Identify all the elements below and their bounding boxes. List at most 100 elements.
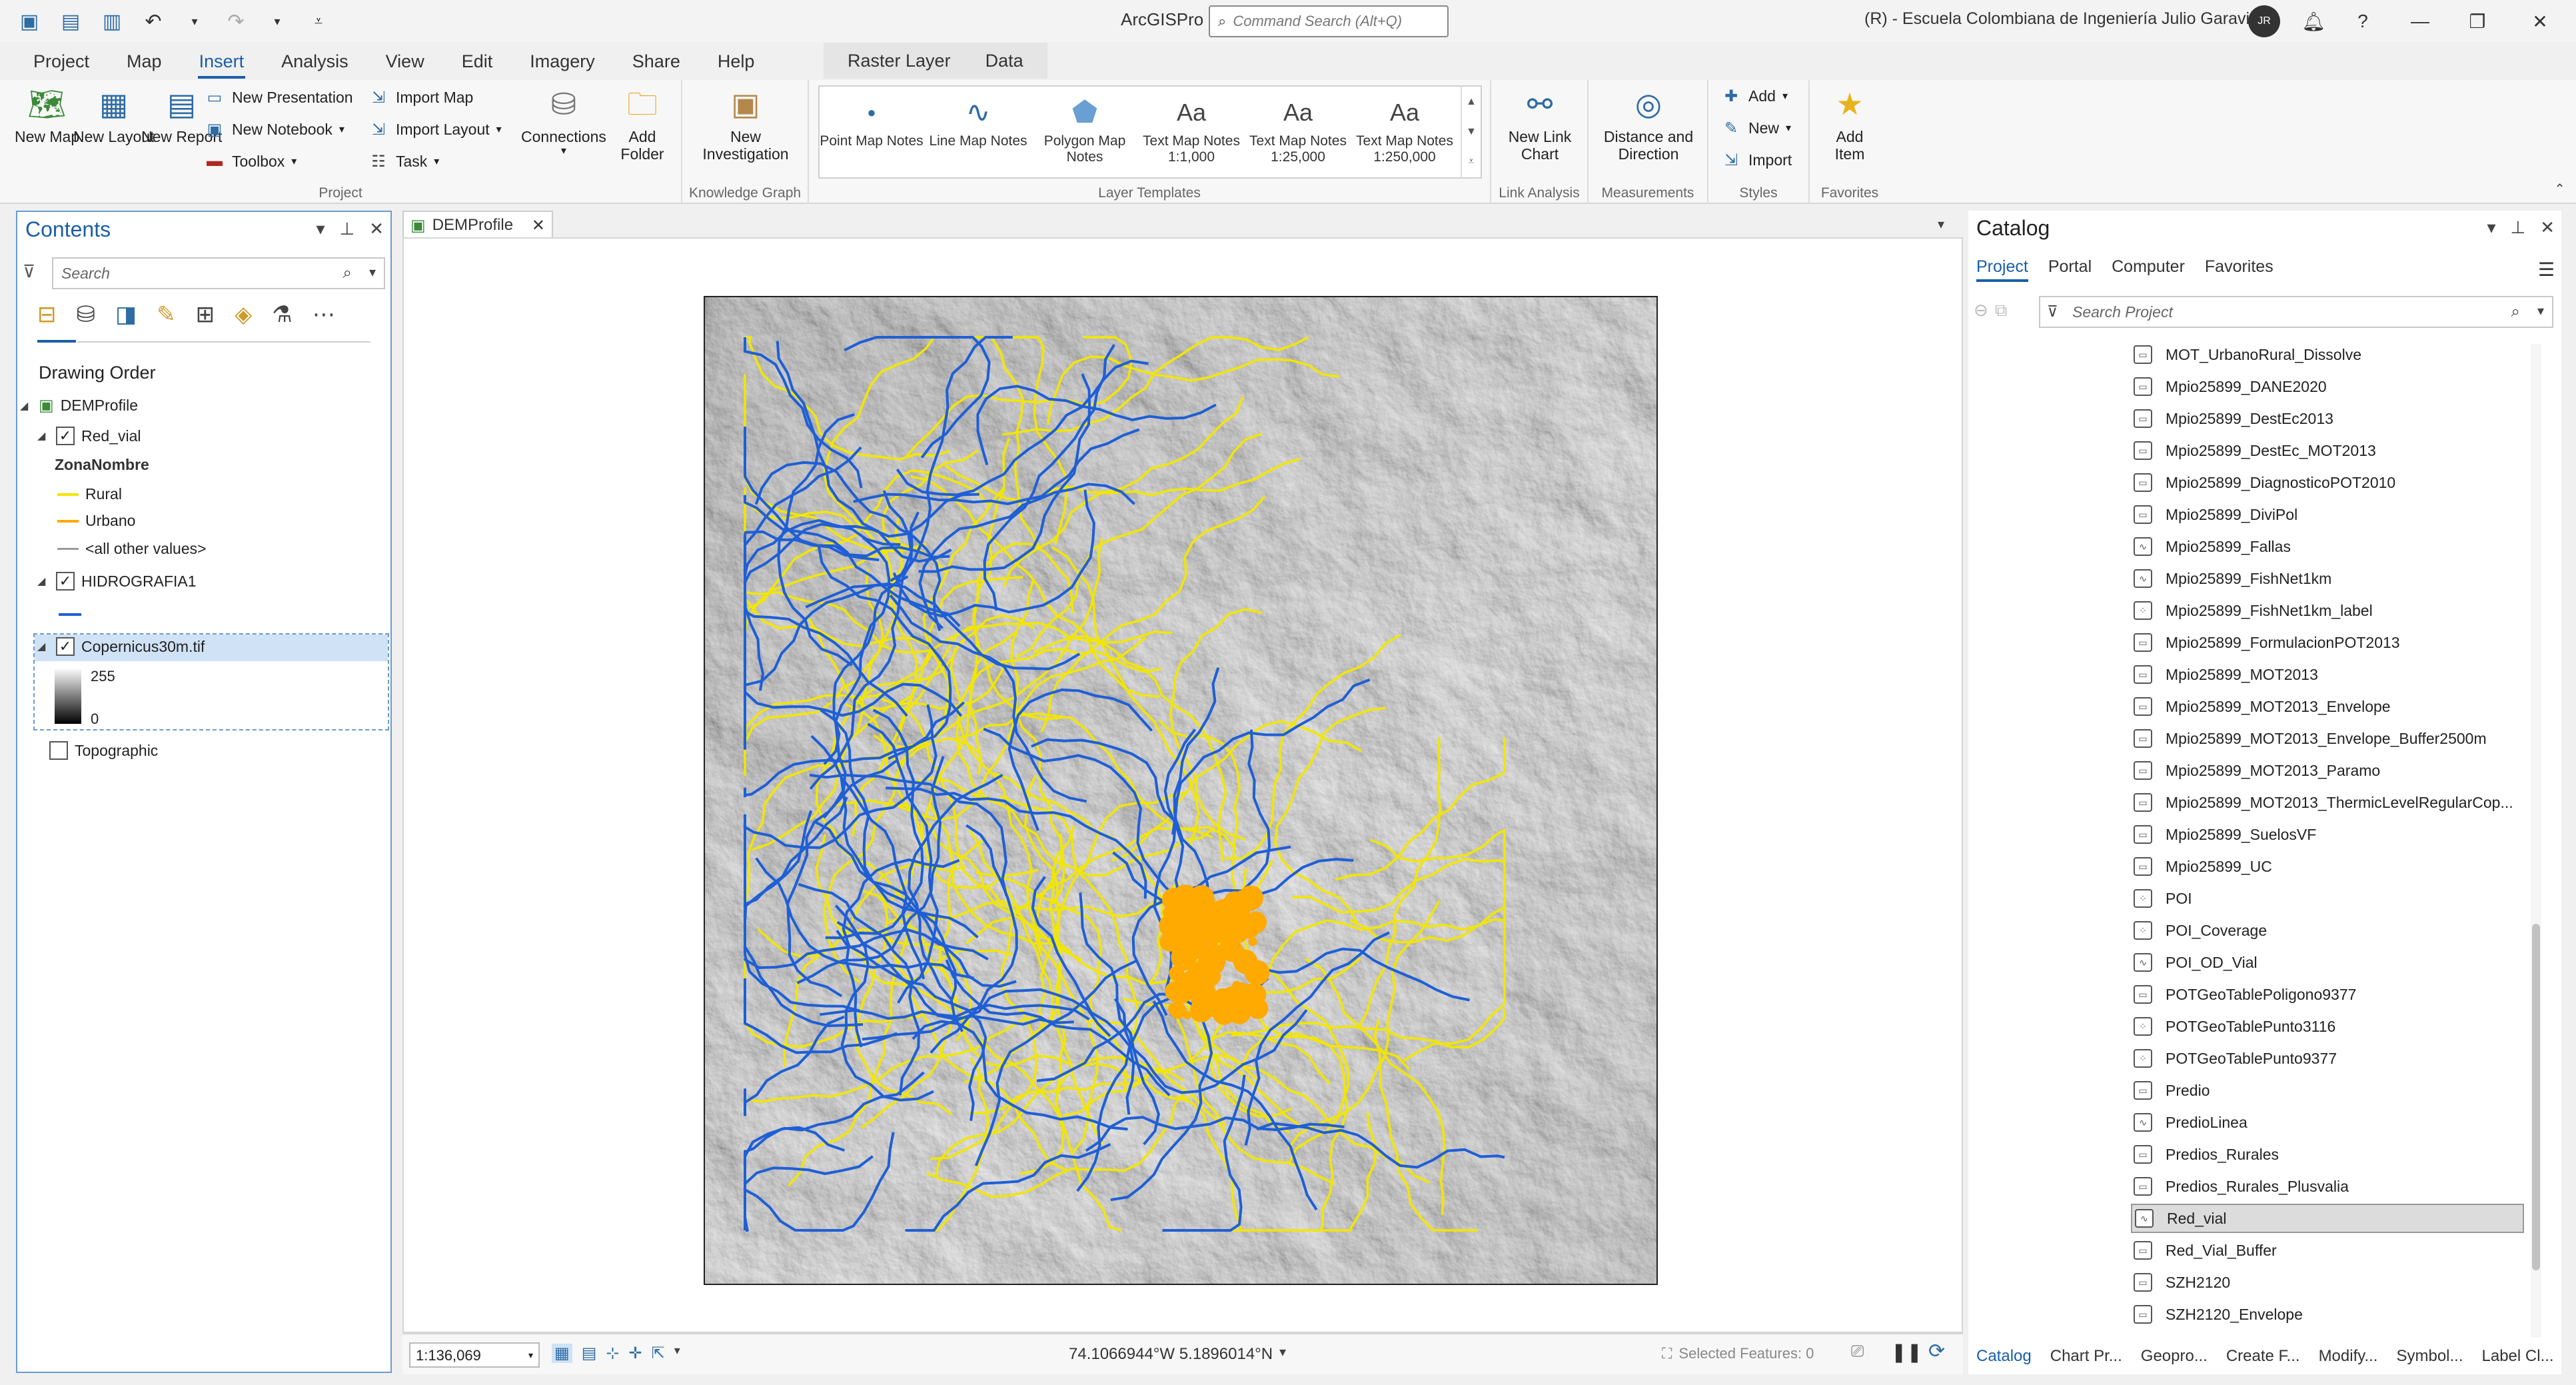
refresh-icon[interactable]: ⟳ xyxy=(1928,1340,1945,1363)
chevron-down-icon[interactable]: ▾ xyxy=(1279,1344,1286,1360)
catalog-item[interactable]: ▭ Mpio25899_MOT2013_Paramo xyxy=(2131,756,2524,785)
tab-insert[interactable]: Insert xyxy=(181,51,263,80)
catalog-tab-computer[interactable]: Computer xyxy=(2112,257,2185,282)
catalog-scrollbar[interactable] xyxy=(2531,344,2541,1337)
expand-gallery-icon[interactable]: ⩡ xyxy=(1468,156,1474,168)
tab-analysis[interactable]: Analysis xyxy=(263,51,367,80)
filter-icon[interactable]: ⊽ xyxy=(23,261,35,282)
close-icon[interactable]: ✕ xyxy=(369,219,384,239)
layer-visibility-checkbox[interactable] xyxy=(49,741,68,760)
close-button[interactable]: ✕ xyxy=(2519,4,2561,39)
toolbox-button[interactable]: ▬ Toolbox ▾ xyxy=(204,151,297,172)
catalog-item[interactable]: ▭ Mpio25899_DiagnosticoPOT2010 xyxy=(2131,468,2524,497)
minimize-button[interactable]: — xyxy=(2399,4,2441,39)
open-folder-icon[interactable]: ▤ xyxy=(57,8,84,35)
undo-dropdown-icon[interactable]: ▾ xyxy=(181,8,208,35)
dock-tab-symbology[interactable]: Symbol... xyxy=(2387,1347,2472,1366)
import-layout-button[interactable]: ⇲ Import Layout ▾ xyxy=(368,119,502,140)
catalog-tab-project[interactable]: Project xyxy=(1976,257,2028,282)
tab-data[interactable]: Data xyxy=(968,51,1041,71)
up-icon[interactable]: ⧉ xyxy=(1995,300,2008,321)
toc-layer-topographic[interactable]: Topographic xyxy=(49,741,158,760)
point-map-notes-button[interactable]: ● Point Map Notes xyxy=(820,92,924,149)
map-canvas[interactable] xyxy=(705,297,1658,1285)
catalog-item[interactable]: ⁘ POTGeoTablePunto3116 xyxy=(2131,1012,2524,1041)
customize-toolbar-icon[interactable]: ⩡ xyxy=(305,8,332,35)
import-style-button[interactable]: ⇲ Import xyxy=(1720,149,1792,171)
dock-tab-modify[interactable]: Modify... xyxy=(2309,1347,2387,1366)
catalog-item[interactable]: ▭ Red_Vial_Buffer xyxy=(2131,1236,2524,1265)
contents-search-input[interactable]: Search ⌕ ▾ xyxy=(52,257,385,289)
tab-edit[interactable]: Edit xyxy=(443,51,512,80)
new-investigation-button[interactable]: ▣ New Investigation xyxy=(696,84,796,163)
layer-visibility-checkbox[interactable]: ✓ xyxy=(56,637,75,656)
list-by-editing-icon[interactable]: ✎ xyxy=(157,301,176,328)
save-icon[interactable]: ▥ xyxy=(99,8,125,35)
list-by-data-source-icon[interactable]: ⛁ xyxy=(77,301,96,328)
catalog-item[interactable]: ▭ Predios_Rurales xyxy=(2131,1140,2524,1169)
notifications-bell-icon[interactable]: 🔔︎ xyxy=(2292,4,2335,39)
collapse-icon[interactable]: ◢ xyxy=(37,575,49,588)
catalog-item[interactable]: ▭ POTGeoTablePoligono9377 xyxy=(2131,980,2524,1009)
catalog-tab-favorites[interactable]: Favorites xyxy=(2205,257,2273,282)
selected-features-indicator[interactable]: ⛶ Selected Features: 0 xyxy=(1662,1345,1814,1362)
command-search-input[interactable]: ⌕ Command Search (Alt+Q) xyxy=(1209,5,1449,37)
close-tab-icon[interactable]: ✕ xyxy=(532,216,545,235)
text-map-notes-25000-button[interactable]: Aa Text Map Notes 1:25,000 xyxy=(1246,92,1350,165)
pane-menu-icon[interactable]: ▾ xyxy=(316,219,324,239)
catalog-item[interactable]: ∿ POI_OD_Vial xyxy=(2131,948,2524,977)
tab-project[interactable]: Project xyxy=(15,51,108,80)
catalog-item[interactable]: ▭ Mpio25899_MOT2013_ThermicLevelRegularCo… xyxy=(2131,788,2524,817)
dock-tab-geoprocessing[interactable]: Geopro... xyxy=(2132,1347,2217,1366)
back-icon[interactable]: ⊖ xyxy=(1974,300,1988,321)
catalog-item[interactable]: ▭ Mpio25899_DiviPol xyxy=(2131,500,2524,529)
list-by-drawing-order-icon[interactable]: ⊟ xyxy=(37,301,57,328)
catalog-item[interactable]: ⁘ POI xyxy=(2131,884,2524,913)
more-icon[interactable]: ⋯ xyxy=(313,301,335,328)
undo-icon[interactable]: ↶ xyxy=(140,8,167,35)
tab-imagery[interactable]: Imagery xyxy=(511,51,614,80)
new-presentation-button[interactable]: ▭ New Presentation xyxy=(204,87,353,108)
dock-tab-catalog[interactable]: Catalog xyxy=(1967,1347,2041,1366)
text-map-notes-250000-button[interactable]: Aa Text Map Notes 1:250,000 xyxy=(1353,92,1457,165)
rotate-icon[interactable]: ⇱ xyxy=(652,1344,665,1363)
gallery-scroll[interactable]: ▲ ▼ ⩡ xyxy=(1461,87,1481,177)
tab-view[interactable]: View xyxy=(367,51,443,80)
text-map-notes-1000-button[interactable]: Aa Text Map Notes 1:1,000 xyxy=(1139,92,1243,165)
catalog-search-input[interactable]: ⊽ Search Project ⌕ ▾ xyxy=(2039,296,2553,328)
catalog-item[interactable]: ▭ Mpio25899_DANE2020 xyxy=(2131,372,2524,401)
toc-layer-hidrografia[interactable]: ◢ ✓ HIDROGRAFIA1 xyxy=(37,572,197,591)
grid-icon[interactable]: ✛ xyxy=(628,1344,642,1363)
close-icon[interactable]: ✕ xyxy=(2540,217,2555,238)
collapse-ribbon-icon[interactable]: ⌃ xyxy=(2554,181,2565,197)
add-style-button[interactable]: ✚ Add ▾ xyxy=(1720,85,1788,107)
polygon-map-notes-button[interactable]: ⬟ Polygon Map Notes xyxy=(1033,92,1137,165)
catalog-item[interactable]: ▭ Mpio25899_MOT2013_Envelope xyxy=(2131,692,2524,721)
catalog-item[interactable]: ▭ Predios_Rurales_Plusvalia xyxy=(2131,1172,2524,1201)
catalog-menu-icon[interactable]: ☰ xyxy=(2538,259,2555,281)
redo-icon[interactable]: ↷ xyxy=(223,8,249,35)
toc-layer-copernicus[interactable]: ◢ ✓ Copernicus30m.tif xyxy=(37,637,205,656)
catalog-item[interactable]: ▭ MOT_UrbanoRural_Dissolve xyxy=(2131,340,2524,369)
new-project-icon[interactable]: ▣ xyxy=(16,8,43,35)
tab-raster-layer[interactable]: Raster Layer xyxy=(830,51,968,71)
line-map-notes-button[interactable]: ∿ Line Map Notes xyxy=(926,92,1030,149)
catalog-item[interactable]: ▭ Mpio25899_MOT2013_Envelope_Buffer2500m xyxy=(2131,724,2524,753)
layer-visibility-checkbox[interactable]: ✓ xyxy=(56,427,75,445)
dock-tab-chart-properties[interactable]: Chart Pr... xyxy=(2041,1347,2132,1366)
catalog-item[interactable]: ▭ Mpio25899_FormulacionPOT2013 xyxy=(2131,628,2524,657)
toc-map-row[interactable]: ◢ ▣ DEMProfile xyxy=(20,396,138,415)
pin-icon[interactable]: ⊥ xyxy=(340,219,355,239)
map-grid-icon[interactable]: ▦ xyxy=(552,1344,572,1363)
table-grid-icon[interactable]: ▤ xyxy=(582,1344,597,1363)
scale-selector[interactable]: 1:136,069 ▾ xyxy=(409,1342,540,1368)
dock-tab-create-features[interactable]: Create F... xyxy=(2217,1347,2309,1366)
restore-button[interactable]: ❐ xyxy=(2456,4,2499,39)
tab-share[interactable]: Share xyxy=(614,51,699,80)
catalog-item[interactable]: ▭ SZH2120_Envelope xyxy=(2131,1300,2524,1329)
new-map-button[interactable]: 🗺︎ New Map xyxy=(15,84,79,145)
scrollbar-thumb[interactable] xyxy=(2532,924,2540,1270)
tab-help[interactable]: Help xyxy=(699,51,774,80)
new-link-chart-button[interactable]: ⚯ New Link Chart xyxy=(1501,84,1579,163)
map-view-tab[interactable]: ▣ DEMProfile ✕ xyxy=(402,211,553,239)
